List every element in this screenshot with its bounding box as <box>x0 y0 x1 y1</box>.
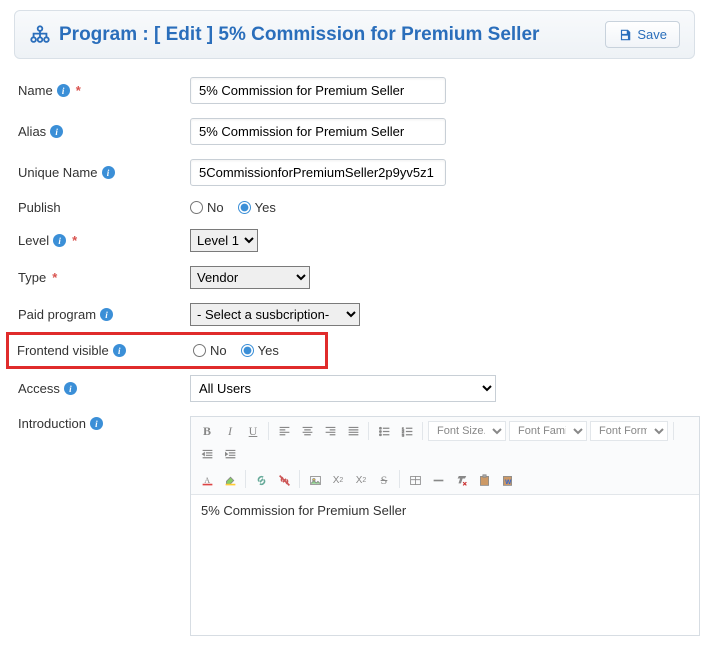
font-format-select[interactable]: Font Format <box>590 421 668 441</box>
row-unique: Unique Name i <box>18 159 691 186</box>
editor-toolbar: B I U 123 Font Size... Font Family. Font… <box>191 417 699 495</box>
outdent-button[interactable] <box>197 444 217 464</box>
table-button[interactable] <box>405 470 425 490</box>
frontend-visible-highlight: Frontend visible i No Yes <box>6 332 328 369</box>
align-center-button[interactable] <box>297 421 317 441</box>
align-right-button[interactable] <box>320 421 340 441</box>
label-publish: Publish <box>18 200 190 215</box>
hr-button[interactable] <box>428 470 448 490</box>
align-left-button[interactable] <box>274 421 294 441</box>
row-publish: Publish No Yes <box>18 200 691 215</box>
font-size-select[interactable]: Font Size... <box>428 421 506 441</box>
info-icon[interactable]: i <box>100 308 113 321</box>
forecolor-button[interactable]: A <box>197 470 217 490</box>
paid-select[interactable]: - Select a susbcription- <box>190 303 360 326</box>
row-alias: Alias i <box>18 118 691 145</box>
row-frontend: Frontend visible i No Yes <box>17 343 321 358</box>
publish-no-radio[interactable] <box>190 201 203 214</box>
image-button[interactable] <box>305 470 325 490</box>
svg-text:3: 3 <box>401 432 404 437</box>
indent-button[interactable] <box>220 444 240 464</box>
label-paid: Paid program i <box>18 307 190 322</box>
superscript-button[interactable]: X2 <box>351 470 371 490</box>
svg-text:A: A <box>204 475 210 484</box>
level-select[interactable]: Level 1 <box>190 229 258 252</box>
name-input[interactable] <box>190 77 446 104</box>
list-ul-button[interactable] <box>374 421 394 441</box>
info-icon[interactable]: i <box>102 166 115 179</box>
publish-yes-option[interactable]: Yes <box>238 200 276 215</box>
unlink-button[interactable] <box>274 470 294 490</box>
frontend-yes-radio[interactable] <box>241 344 254 357</box>
label-intro: Introduction i <box>18 416 190 431</box>
editor-content[interactable]: 5% Commission for Premium Seller <box>191 495 699 635</box>
type-select[interactable]: Vendor <box>190 266 310 289</box>
list-ol-button[interactable]: 123 <box>397 421 417 441</box>
row-level: Level i * Level 1 <box>18 229 691 252</box>
unique-input[interactable] <box>190 159 446 186</box>
frontend-yes-option[interactable]: Yes <box>241 343 279 358</box>
bold-button[interactable]: B <box>197 421 217 441</box>
info-icon[interactable]: i <box>64 382 77 395</box>
program-icon <box>29 24 51 46</box>
info-icon[interactable]: i <box>57 84 70 97</box>
row-paid: Paid program i - Select a susbcription- <box>18 303 691 326</box>
info-icon[interactable]: i <box>113 344 126 357</box>
row-type: Type * Vendor <box>18 266 691 289</box>
title-program-name: 5% Commission for Premium Seller <box>218 24 539 45</box>
page-title: Program : [ Edit ] 5% Commission for Pre… <box>59 24 539 46</box>
align-justify-button[interactable] <box>343 421 363 441</box>
required-mark: * <box>72 233 77 248</box>
access-select[interactable]: All Users <box>190 375 496 402</box>
save-button[interactable]: Save <box>605 21 680 48</box>
save-icon <box>618 28 632 42</box>
info-icon[interactable]: i <box>50 125 63 138</box>
frontend-no-option[interactable]: No <box>193 343 227 358</box>
underline-button[interactable]: U <box>243 421 263 441</box>
save-label: Save <box>637 27 667 42</box>
frontend-no-radio[interactable] <box>193 344 206 357</box>
label-alias: Alias i <box>18 124 190 139</box>
title-prefix: Program : <box>59 24 149 45</box>
row-access: Access i All Users <box>18 375 691 402</box>
backcolor-button[interactable] <box>220 470 240 490</box>
info-icon[interactable]: i <box>90 417 103 430</box>
subscript-button[interactable]: X2 <box>328 470 348 490</box>
label-type: Type * <box>18 270 190 285</box>
svg-text:W: W <box>505 478 512 485</box>
row-name: Name i * <box>18 77 691 104</box>
rich-text-editor: B I U 123 Font Size... Font Family. Font… <box>190 416 700 636</box>
label-name: Name i * <box>18 83 190 98</box>
publish-no-option[interactable]: No <box>190 200 224 215</box>
paste-button[interactable] <box>474 470 494 490</box>
label-access: Access i <box>18 381 190 396</box>
edit-label: [ Edit ] <box>154 24 213 45</box>
strikethrough-button[interactable]: S <box>374 470 394 490</box>
page-header: Program : [ Edit ] 5% Commission for Pre… <box>14 10 695 59</box>
required-mark: * <box>52 270 57 285</box>
row-intro: Introduction i B I U 123 Font <box>18 416 691 636</box>
paste-word-button[interactable]: W <box>497 470 517 490</box>
required-mark: * <box>76 83 81 98</box>
alias-input[interactable] <box>190 118 446 145</box>
font-family-select[interactable]: Font Family. <box>509 421 587 441</box>
label-frontend: Frontend visible i <box>17 343 193 358</box>
program-form: Name i * Alias i Unique Name i Publish N <box>14 77 695 636</box>
header-title-group: Program : [ Edit ] 5% Commission for Pre… <box>29 24 539 46</box>
label-level: Level i * <box>18 233 190 248</box>
removeformat-button[interactable] <box>451 470 471 490</box>
italic-button[interactable]: I <box>220 421 240 441</box>
link-button[interactable] <box>251 470 271 490</box>
publish-yes-radio[interactable] <box>238 201 251 214</box>
info-icon[interactable]: i <box>53 234 66 247</box>
label-unique: Unique Name i <box>18 165 190 180</box>
